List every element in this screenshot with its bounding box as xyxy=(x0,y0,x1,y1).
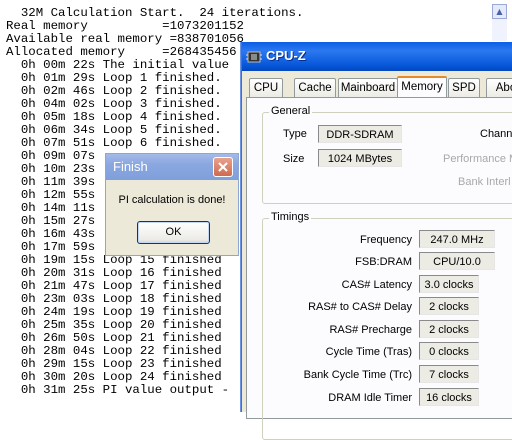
dialog-title: Finish xyxy=(113,159,148,174)
dialog-message: PI calculation is done! xyxy=(118,194,226,206)
tab-about[interactable]: Abo xyxy=(486,78,512,97)
scroll-up-arrow-icon[interactable]: ▲ xyxy=(492,4,507,19)
fsb-dram-label: FSB:DRAM xyxy=(355,256,412,268)
ok-button[interactable]: OK xyxy=(137,221,210,244)
type-label: Type xyxy=(283,128,307,140)
frequency-value: 247.0 MHz xyxy=(419,230,495,248)
ras-precharge-value: 2 clocks xyxy=(419,320,479,338)
cpuz-window: CPU-Z CPU Cache Mainboard Memory SPD Abo… xyxy=(241,42,512,440)
ras-to-cas-value: 2 clocks xyxy=(419,297,479,315)
frequency-label: Frequency xyxy=(360,234,412,246)
size-label: Size xyxy=(283,153,305,165)
cpuz-tabstrip: CPU Cache Mainboard Memory SPD Abo xyxy=(246,76,512,98)
cycle-time-value: 0 clocks xyxy=(419,342,479,360)
console-scrollbar[interactable] xyxy=(492,19,507,41)
tab-cpu[interactable]: CPU xyxy=(249,78,283,97)
cycle-time-label: Cycle Time (Tras) xyxy=(325,346,412,358)
performance-mode-label: Performance M xyxy=(443,153,512,165)
tab-memory[interactable]: Memory xyxy=(397,76,447,98)
tab-cache[interactable]: Cache xyxy=(294,78,336,97)
general-group-label: General xyxy=(269,105,313,117)
dialog-titlebar[interactable]: Finish xyxy=(106,154,238,180)
close-button[interactable] xyxy=(213,157,233,177)
timings-group-label: Timings xyxy=(269,211,312,223)
console-line: 0h 31m 25s PI value output - xyxy=(6,383,230,397)
cpuz-window-title: CPU-Z xyxy=(266,48,306,63)
cas-latency-label: CAS# Latency xyxy=(341,279,412,291)
ras-precharge-label: RAS# Precharge xyxy=(329,324,412,336)
dram-idle-timer-value: 16 clocks xyxy=(419,388,479,406)
bank-cycle-time-value: 7 clocks xyxy=(419,365,479,383)
tab-spd[interactable]: SPD xyxy=(448,78,480,97)
close-icon xyxy=(218,162,228,172)
cpuz-logo-icon xyxy=(246,51,262,63)
cas-latency-value: 3.0 clocks xyxy=(419,275,479,293)
size-value: 1024 MBytes xyxy=(318,149,402,167)
bank-interleave-label: Bank Interl xyxy=(458,176,511,188)
finish-dialog: Finish PI calculation is done! OK xyxy=(105,153,239,256)
tab-mainboard[interactable]: Mainboard xyxy=(338,78,398,97)
dram-idle-timer-label: DRAM Idle Timer xyxy=(328,392,412,404)
ras-to-cas-label: RAS# to CAS# Delay xyxy=(308,301,412,313)
cpuz-titlebar[interactable]: CPU-Z xyxy=(242,42,512,71)
channels-label: Chann xyxy=(480,128,512,140)
bank-cycle-time-label: Bank Cycle Time (Trc) xyxy=(303,369,412,381)
type-value: DDR-SDRAM xyxy=(318,125,402,143)
memory-panel: General Type DDR-SDRAM Chann Size 1024 M… xyxy=(246,97,512,440)
fsb-dram-value: CPU/10.0 xyxy=(419,252,495,270)
